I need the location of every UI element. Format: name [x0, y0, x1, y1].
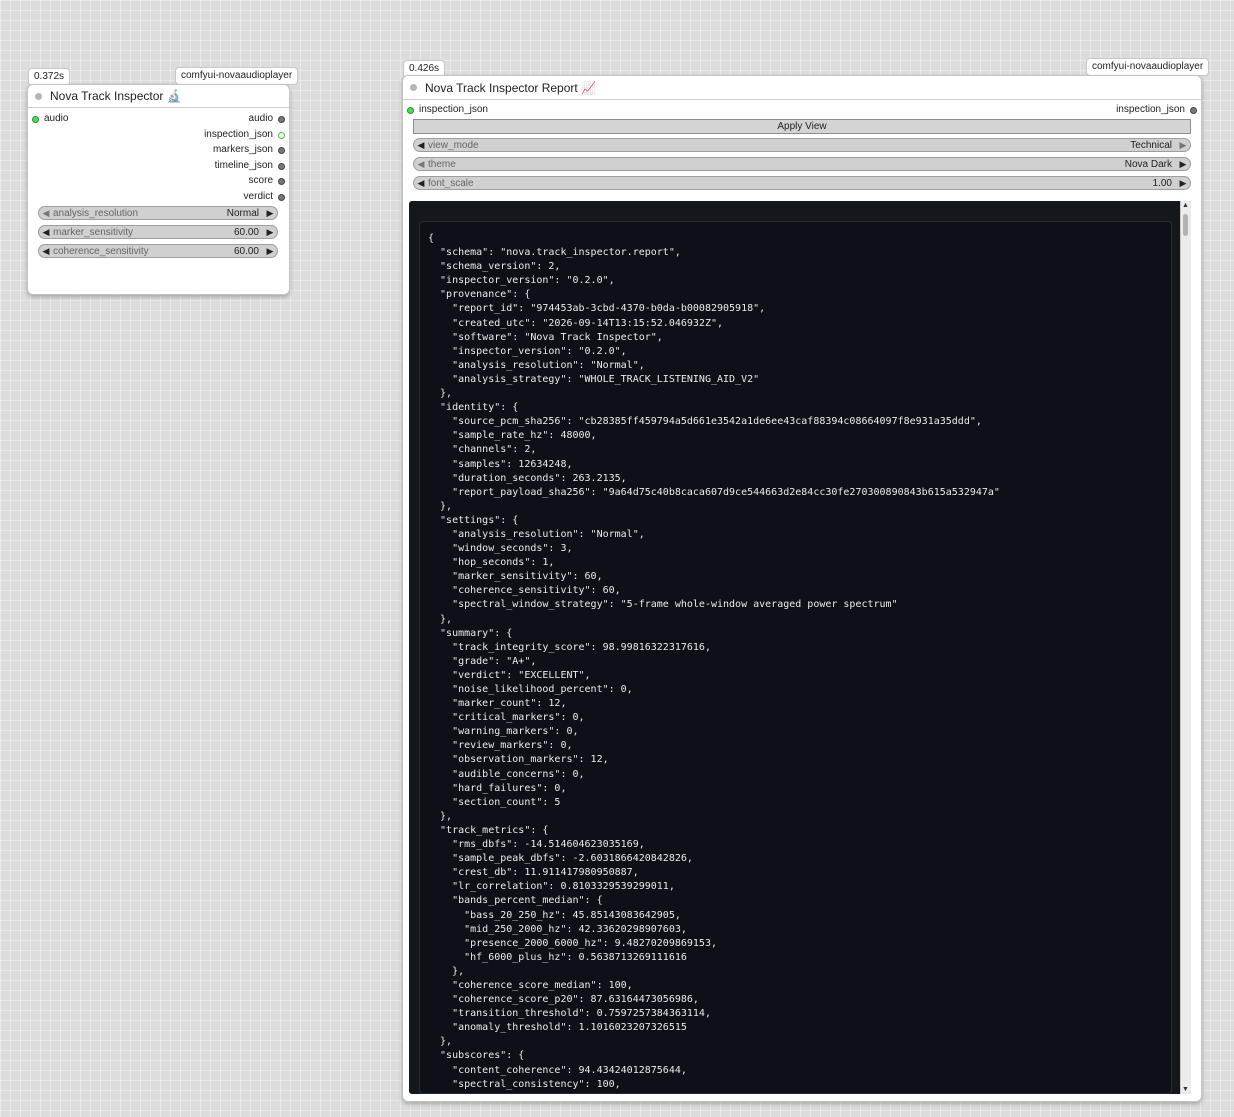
scroll-down-icon[interactable]: ▼ [1182, 1086, 1189, 1093]
widget-font-scale[interactable]: ◀ font_scale 1.00 ▶ [413, 176, 1191, 190]
widget-value: 60.00 [233, 245, 259, 257]
output-pin-inspection-json[interactable] [278, 131, 285, 139]
widget-analysis-resolution[interactable]: ◀ analysis_resolution Normal ▶ [38, 206, 278, 220]
widget-name: theme [428, 158, 456, 170]
node1-collapse-dot[interactable] [35, 92, 42, 100]
output-label-inspection-json: inspection_json [204, 129, 273, 140]
output-pin-markers-json[interactable] [278, 146, 285, 154]
output-slot-audio[interactable]: audio [249, 112, 285, 126]
output-label-markers-json: markers_json [212, 144, 273, 155]
output-label-timeline-json: timeline_json [214, 160, 273, 171]
output-pin-inspection-json[interactable] [1190, 106, 1197, 114]
widget-marker-sensitivity[interactable]: ◀ marker_sensitivity 60.00 ▶ [38, 225, 278, 239]
node1-pack-badge: comfyui-novaaudioplayer [175, 67, 299, 85]
output-slot-markers-json[interactable]: markers_json [213, 143, 285, 157]
decrement-arrow-icon[interactable]: ◀ [414, 159, 428, 170]
scroll-up-icon[interactable]: ▲ [1182, 202, 1189, 209]
report-json-view[interactable]: { "schema": "nova.track_inspector.report… [419, 221, 1172, 1094]
output-pin-audio[interactable] [278, 115, 285, 123]
input-slot-inspection-json[interactable]: inspection_json [407, 103, 488, 117]
input-label-inspection-json: inspection_json [419, 104, 488, 115]
widget-value: Normal [226, 207, 259, 219]
decrement-arrow-icon[interactable]: ◀ [39, 246, 53, 257]
nova-track-inspector-report-node[interactable]: Nova Track Inspector Report 📈 inspection… [402, 75, 1202, 1102]
widget-name: view_mode [428, 139, 479, 151]
increment-arrow-icon[interactable]: ▶ [1176, 140, 1190, 151]
output-label-score: score [248, 175, 273, 186]
input-label-audio: audio [44, 113, 69, 124]
output-label-inspection-json: inspection_json [1116, 104, 1185, 115]
report-json-text: { "schema": "nova.track_inspector.report… [428, 233, 1000, 1090]
node2-title: Nova Track Inspector Report 📈 [425, 80, 597, 95]
output-slot-timeline-json[interactable]: timeline_json [215, 159, 285, 173]
report-scrollbar[interactable]: ▲ ▼ [1180, 201, 1191, 1094]
widget-value: 60.00 [233, 226, 259, 238]
increment-arrow-icon[interactable]: ▶ [1176, 159, 1190, 170]
node1-header[interactable]: Nova Track Inspector 🔬 [28, 85, 289, 108]
output-pin-timeline-json[interactable] [278, 162, 285, 170]
output-slot-inspection-json[interactable]: inspection_json [204, 128, 285, 142]
scroll-thumb[interactable] [1183, 214, 1188, 236]
widget-value: Nova Dark [1124, 158, 1172, 170]
widget-value: Technical [1130, 139, 1172, 151]
output-slot-verdict[interactable]: verdict [244, 190, 285, 204]
increment-arrow-icon[interactable]: ▶ [263, 227, 277, 238]
output-label-verdict: verdict [243, 191, 273, 202]
widget-name: marker_sensitivity [53, 226, 134, 238]
increment-arrow-icon[interactable]: ▶ [263, 246, 277, 257]
widget-coherence-sensitivity[interactable]: ◀ coherence_sensitivity 60.00 ▶ [38, 244, 278, 258]
output-pin-verdict[interactable] [278, 193, 285, 201]
widget-name: coherence_sensitivity [53, 245, 149, 257]
node2-pack-badge: comfyui-novaaudioplayer [1086, 58, 1210, 76]
nova-track-inspector-node[interactable]: Nova Track Inspector 🔬 audio audio inspe… [27, 84, 290, 295]
input-pin-inspection-json[interactable] [407, 106, 414, 114]
output-pin-score[interactable] [278, 177, 285, 185]
node2-header[interactable]: Nova Track Inspector Report 📈 [403, 76, 1201, 100]
widget-value: 1.00 [1152, 177, 1172, 189]
decrement-arrow-icon[interactable]: ◀ [39, 208, 53, 219]
increment-arrow-icon[interactable]: ▶ [263, 208, 277, 219]
decrement-arrow-icon[interactable]: ◀ [414, 140, 428, 151]
output-slot-score[interactable]: score [249, 174, 285, 188]
input-slot-audio[interactable]: audio [32, 112, 68, 126]
widget-name: font_scale [428, 177, 474, 189]
node1-title: Nova Track Inspector 🔬 [50, 89, 182, 103]
decrement-arrow-icon[interactable]: ◀ [414, 178, 428, 189]
input-pin-audio[interactable] [32, 115, 39, 123]
output-label-audio: audio [248, 113, 273, 124]
widget-name: analysis_resolution [53, 207, 139, 219]
increment-arrow-icon[interactable]: ▶ [1176, 178, 1190, 189]
widget-view-mode[interactable]: ◀ view_mode Technical ▶ [413, 138, 1191, 152]
report-panel[interactable]: { "schema": "nova.track_inspector.report… [409, 201, 1191, 1094]
decrement-arrow-icon[interactable]: ◀ [39, 227, 53, 238]
widget-theme[interactable]: ◀ theme Nova Dark ▶ [413, 157, 1191, 171]
output-slot-inspection-json[interactable]: inspection_json [1116, 103, 1197, 117]
node2-collapse-dot[interactable] [410, 84, 417, 91]
apply-view-button[interactable]: Apply View [413, 119, 1191, 134]
